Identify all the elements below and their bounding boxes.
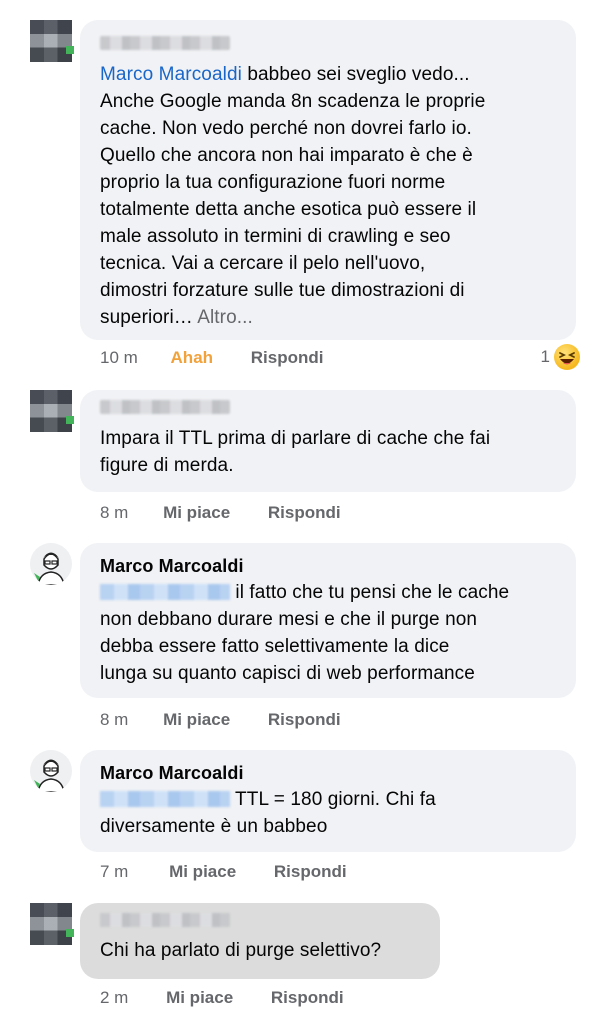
- timestamp[interactable]: 2 m: [100, 988, 128, 1008]
- user-portrait-icon: [30, 543, 72, 585]
- laughing-emoji-icon: [554, 344, 580, 370]
- reply-button[interactable]: Rispondi: [271, 988, 344, 1008]
- avatar[interactable]: [30, 390, 74, 432]
- like-button[interactable]: Mi piace: [169, 862, 236, 882]
- see-more-link[interactable]: Altro...: [193, 307, 253, 328]
- comment-text: Chi ha parlato di purge selettivo?: [100, 940, 382, 961]
- mention-link[interactable]: Marco Marcoaldi: [100, 64, 242, 85]
- reply-button[interactable]: Rispondi: [274, 862, 347, 882]
- comment-actions: 8 m Mi piace Rispondi: [100, 503, 341, 523]
- comment-bubble[interactable]: Marco Marcoaldi TTL = 180 giorni. Chi fa…: [80, 750, 576, 852]
- user-portrait-icon: [30, 750, 72, 792]
- like-button[interactable]: Mi piace: [163, 710, 230, 730]
- timestamp[interactable]: 8 m: [100, 503, 128, 523]
- author-name[interactable]: Marco Marcoaldi: [100, 553, 556, 579]
- mention-redacted[interactable]: [100, 584, 230, 600]
- comment-bubble[interactable]: Chi ha parlato di purge selettivo?: [80, 903, 440, 979]
- reaction-count: 1: [540, 347, 550, 366]
- author-name[interactable]: Marco Marcoaldi: [100, 760, 556, 786]
- comment-bubble[interactable]: Impara il TTL prima di parlare di cache …: [80, 390, 576, 492]
- comment-bubble[interactable]: Marco Marcoaldi babbeo sei sveglio vedo.…: [80, 20, 576, 340]
- like-button[interactable]: Mi piace: [166, 988, 233, 1008]
- reply-button[interactable]: Rispondi: [251, 348, 324, 368]
- comment-text: Impara il TTL prima di parlare di cache …: [100, 428, 491, 476]
- comment-bubble[interactable]: Marco Marcoaldi il fatto che tu pensi ch…: [80, 543, 576, 698]
- timestamp[interactable]: 10 m: [100, 348, 138, 368]
- timestamp[interactable]: 8 m: [100, 710, 128, 730]
- author-name-redacted[interactable]: [100, 400, 230, 414]
- comment-actions: 10 m Ahah Rispondi: [100, 348, 323, 368]
- comment-text: TTL = 180 giorni. Chi fa diversamente è …: [100, 789, 436, 837]
- timestamp[interactable]: 7 m: [100, 862, 128, 882]
- comment-actions: 2 m Mi piace Rispondi: [100, 988, 344, 1008]
- comment-actions: 7 m Mi piace Rispondi: [100, 862, 347, 882]
- comment-text: il fatto che tu pensi che le cache non d…: [100, 582, 510, 684]
- mention-redacted[interactable]: [100, 791, 230, 807]
- reply-button[interactable]: Rispondi: [268, 710, 341, 730]
- avatar[interactable]: [30, 543, 72, 585]
- like-button[interactable]: Mi piace: [163, 503, 230, 523]
- avatar[interactable]: [30, 750, 72, 792]
- avatar[interactable]: [30, 903, 74, 945]
- reaction-summary[interactable]: 1: [541, 344, 580, 370]
- reaction-button[interactable]: Ahah: [171, 348, 214, 368]
- author-name-redacted[interactable]: [100, 36, 230, 50]
- comment-actions: 8 m Mi piace Rispondi: [100, 710, 341, 730]
- comment-text: Marco Marcoaldi babbeo sei sveglio vedo.…: [100, 64, 486, 328]
- avatar[interactable]: [30, 20, 74, 62]
- reply-button[interactable]: Rispondi: [268, 503, 341, 523]
- author-name-redacted[interactable]: [100, 913, 230, 927]
